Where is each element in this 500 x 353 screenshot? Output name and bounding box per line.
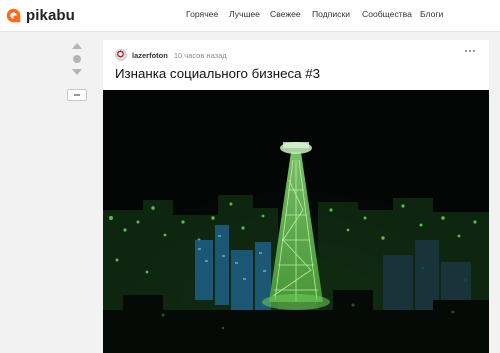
rating-dot xyxy=(73,55,81,63)
nav-item-communities[interactable]: Сообщества xyxy=(362,9,412,19)
city-tower-photo xyxy=(103,90,489,353)
nav-item-hot[interactable]: Горячее xyxy=(186,9,218,19)
logo-text: pikabu xyxy=(26,6,75,24)
post-time: 10 часов назад xyxy=(173,50,227,60)
vote-down-icon[interactable] xyxy=(72,69,82,75)
nav-item-fresh[interactable]: Свежее xyxy=(270,9,301,19)
vote-up-icon[interactable] xyxy=(72,43,82,49)
nav-item-blogs[interactable]: Блоги xyxy=(420,9,443,19)
nav-item-best[interactable]: Лучшее xyxy=(229,9,260,19)
post-title[interactable]: Изнанка социального бизнеса #3 xyxy=(115,66,320,81)
avatar[interactable] xyxy=(115,49,127,61)
site-header: pikabu Горячее Лучшее Свежее Подписки Со… xyxy=(0,0,500,31)
nav-item-subscriptions[interactable]: Подписки xyxy=(312,9,350,19)
post-author: lazerfoton 10 часов назад xyxy=(115,49,227,61)
collapse-post-button[interactable] xyxy=(67,89,87,101)
post-image[interactable] xyxy=(103,90,489,353)
pikabu-logo[interactable]: pikabu xyxy=(6,6,75,24)
pikabu-logo-icon xyxy=(6,8,21,22)
post-card: lazerfoton 10 часов назад Изнанка социал… xyxy=(103,40,489,353)
author-name[interactable]: lazerfoton xyxy=(132,51,168,60)
more-dots-icon[interactable] xyxy=(465,50,475,52)
